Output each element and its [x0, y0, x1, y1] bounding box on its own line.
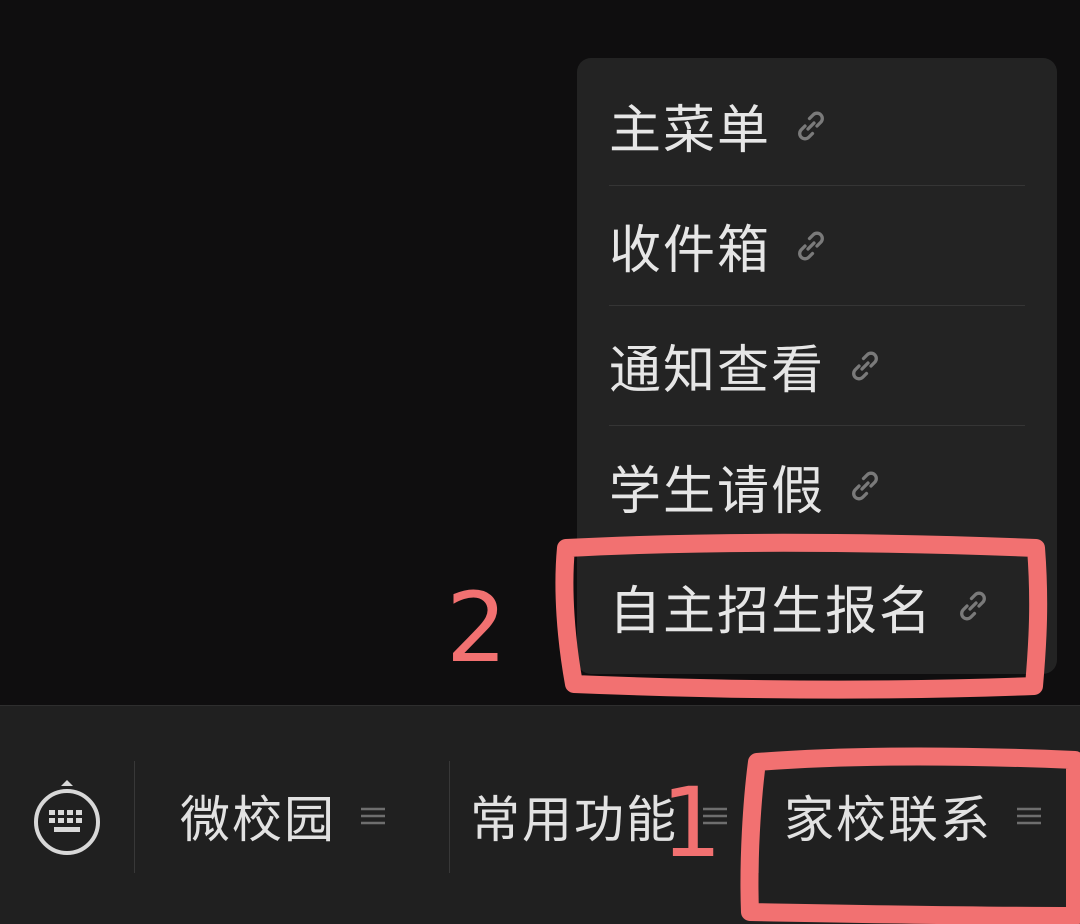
link-icon [852, 351, 878, 380]
tab-label: 微校园 [180, 791, 336, 849]
menu-item-label: 收件箱 [609, 221, 772, 281]
link-icon [798, 231, 824, 260]
app-screen: 主菜单 收件箱 通知查看 学生请假 自主招生报名 微校园 常用功能 家校联系 2… [0, 0, 1080, 924]
divider [449, 761, 450, 873]
menu-item-label: 主菜单 [609, 101, 772, 161]
menu-item-label: 学生请假 [609, 461, 826, 522]
bottom-menu-bar: 微校园 常用功能 家校联系 [0, 705, 1080, 924]
menu-item-label: 通知查看 [609, 341, 826, 401]
tab-label: 家校联系 [784, 791, 992, 849]
menu-lines-icon [1017, 807, 1041, 825]
divider [758, 761, 759, 873]
menu-lines-icon [361, 807, 385, 825]
menu-item-inbox[interactable]: 收件箱 [609, 186, 1025, 306]
link-icon [852, 471, 878, 501]
tab-label: 常用功能 [470, 791, 678, 849]
popup-menu: 主菜单 收件箱 通知查看 学生请假 自主招生报名 [577, 58, 1057, 674]
menu-item-label: 自主招生报名 [609, 581, 934, 642]
annotation-step-2: 2 [446, 572, 508, 684]
menu-item-student-leave[interactable]: 学生请假 [609, 426, 1025, 546]
link-icon [798, 111, 824, 140]
menu-item-notifications[interactable]: 通知查看 [609, 306, 1025, 426]
keyboard-icon[interactable] [30, 776, 104, 856]
divider [134, 761, 135, 873]
menu-item-main-menu[interactable]: 主菜单 [609, 66, 1025, 186]
tab-home-school-contact[interactable]: 家校联系 [784, 776, 1044, 856]
annotation-step-1: 1 [661, 767, 723, 879]
link-icon [960, 591, 986, 621]
menu-item-self-enrollment[interactable]: 自主招生报名 [609, 546, 1025, 666]
tab-micro-campus[interactable]: 微校园 [180, 776, 388, 856]
